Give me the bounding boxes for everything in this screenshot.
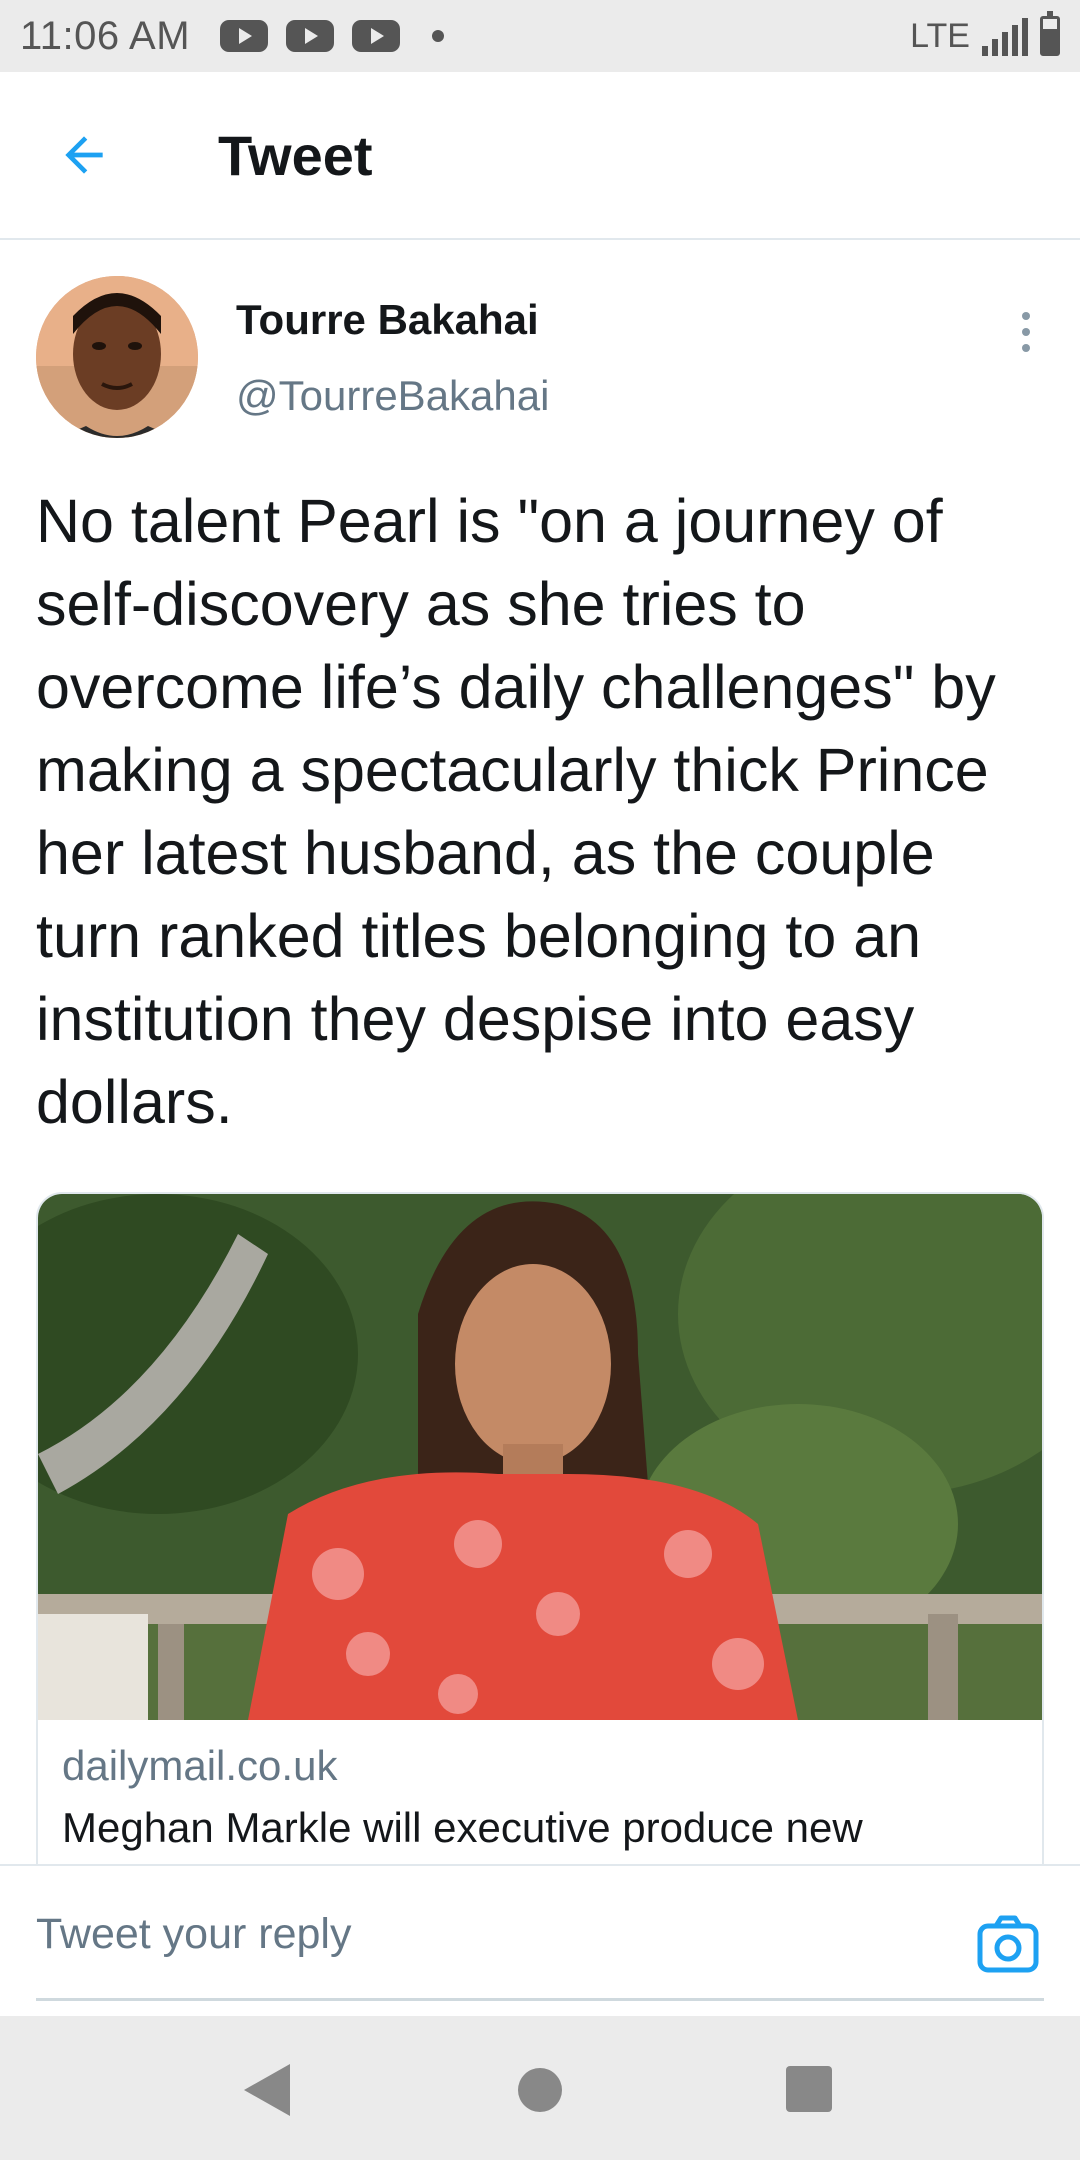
camera-button[interactable] <box>976 1912 1040 1976</box>
dot <box>1022 328 1030 336</box>
reply-bar: Tweet your reply <box>0 1864 1080 2016</box>
link-preview-image <box>38 1194 1042 1720</box>
link-preview-card[interactable]: dailymail.co.uk Meghan Markle will execu… <box>36 1192 1044 1922</box>
avatar-image <box>36 276 198 438</box>
page-title: Tweet <box>218 123 373 187</box>
tweet-author: Tourre Bakahai @TourreBakahai <box>36 276 1046 444</box>
reply-input[interactable]: Tweet your reply <box>36 1910 351 1959</box>
author-handle[interactable]: @TourreBakahai <box>236 372 549 420</box>
top-app-bar: Tweet <box>0 72 1080 240</box>
status-bar: 11:06 AM LTE <box>0 0 1080 72</box>
camera-icon <box>977 1915 1039 1973</box>
nav-back-icon[interactable] <box>242 2062 292 2118</box>
system-nav-bar <box>0 2016 1080 2160</box>
status-time: 11:06 AM <box>20 13 191 58</box>
signal-icon <box>982 16 1028 56</box>
tweet-text: No talent Pearl is "on a journey of self… <box>36 487 996 1136</box>
reply-underline <box>36 1998 1044 2001</box>
card-title: Meghan Markle will executive produce new <box>62 1804 863 1851</box>
network-type: LTE <box>910 16 970 55</box>
avatar[interactable] <box>36 276 198 438</box>
card-domain: dailymail.co.uk <box>62 1742 338 1789</box>
status-right: LTE <box>910 11 1060 56</box>
author-name[interactable]: Tourre Bakahai <box>236 296 539 344</box>
notification-icons <box>220 20 445 52</box>
dot <box>1022 312 1030 320</box>
nav-recents-icon[interactable] <box>786 2066 832 2112</box>
arrow-left-icon <box>65 136 103 174</box>
back-button[interactable] <box>24 95 144 215</box>
nav-home-icon[interactable] <box>518 2068 562 2112</box>
youtube-icon <box>220 20 269 52</box>
more-options-button[interactable] <box>1006 292 1046 372</box>
dot-icon <box>432 30 445 42</box>
youtube-icon <box>286 20 335 52</box>
battery-icon <box>1040 11 1060 56</box>
youtube-icon <box>352 20 401 52</box>
dot <box>1022 344 1030 352</box>
